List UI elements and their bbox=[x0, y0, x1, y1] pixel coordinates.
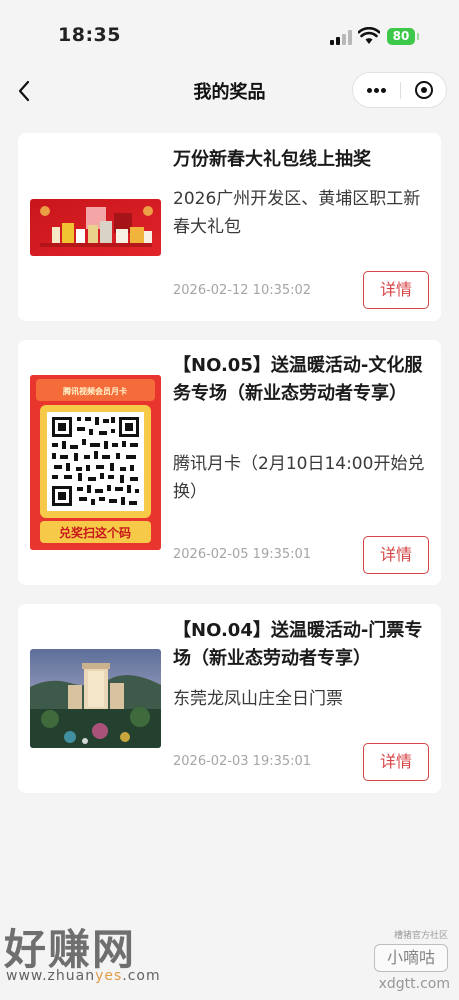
prize-date: 2026-02-05 19:35:01 bbox=[173, 547, 312, 562]
more-menu-button[interactable] bbox=[353, 73, 400, 107]
navigation-bar: 我的奖品 bbox=[0, 68, 459, 114]
prize-title: 【NO.05】送温暖活动-文化服务专场（新业态劳动者专享） bbox=[173, 355, 423, 404]
prize-card: 万份新春大礼包线上抽奖 2026广州开发区、黄埔区职工新春大礼包 2026-02… bbox=[18, 133, 441, 321]
prize-title: 【NO.04】送温暖活动-门票专场（新业态劳动者专享） bbox=[173, 620, 423, 669]
gift-package-image bbox=[30, 199, 161, 256]
detail-button[interactable]: 详情 bbox=[363, 271, 429, 309]
prize-description: 腾讯月卡（2月10日14:00开始兑换） bbox=[173, 454, 425, 502]
watermark-domain: xdgtt.com bbox=[378, 976, 450, 992]
qr-voucher-image: 腾讯视频会员月卡 兑奖扫这个码 bbox=[30, 375, 161, 550]
prize-title: 万份新春大礼包线上抽奖 bbox=[173, 149, 371, 170]
resort-photo-image bbox=[30, 649, 161, 748]
watermark-left: 好赚网 www.zhuanyes.com bbox=[2, 916, 192, 991]
status-time: 18:35 bbox=[58, 24, 121, 46]
watermark-badge: 小嘀咕 bbox=[374, 944, 448, 972]
mini-program-capsule bbox=[352, 72, 447, 108]
voucher-footer: 兑奖扫这个码 bbox=[59, 525, 131, 540]
wifi-icon bbox=[358, 27, 380, 44]
close-mini-program-button[interactable] bbox=[401, 73, 447, 107]
prize-date: 2026-02-03 19:35:01 bbox=[173, 754, 312, 769]
cellular-signal-icon bbox=[330, 30, 352, 45]
prize-description: 东莞龙凤山庄全日门票 bbox=[173, 689, 343, 709]
prize-card: 腾讯视频会员月卡 兑奖扫这个码 【NO.05】送温暖活动-文化服务专场（新业态劳… bbox=[18, 340, 441, 585]
watermark-right: 槽猪官方社区 小嘀咕 xdgtt.com bbox=[372, 928, 452, 994]
watermark-url: www.zhuanyes.com bbox=[6, 968, 161, 984]
detail-button[interactable]: 详情 bbox=[363, 743, 429, 781]
battery-icon: 80 bbox=[387, 28, 415, 45]
prize-description: 2026广州开发区、黄埔区职工新春大礼包 bbox=[173, 189, 421, 237]
prize-card: 【NO.04】送温暖活动-门票专场（新业态劳动者专享） 东莞龙凤山庄全日门票 2… bbox=[18, 604, 441, 793]
battery-cap bbox=[417, 33, 419, 40]
prize-date: 2026-02-12 10:35:02 bbox=[173, 283, 312, 298]
status-bar: 18:35 80 bbox=[0, 0, 459, 68]
watermark-caption: 槽猪官方社区 bbox=[393, 931, 448, 941]
detail-button[interactable]: 详情 bbox=[363, 536, 429, 574]
voucher-header: 腾讯视频会员月卡 bbox=[62, 386, 127, 396]
